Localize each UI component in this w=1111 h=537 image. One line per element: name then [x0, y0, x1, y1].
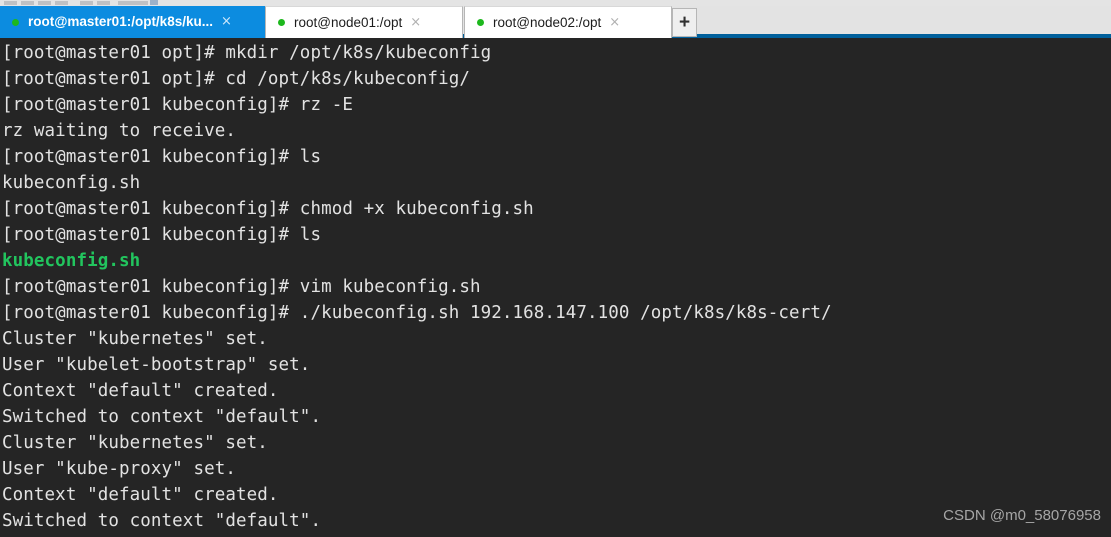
terminal-line: Cluster "kubernetes" set.	[2, 329, 268, 349]
toolbar-fragment-button	[150, 0, 158, 5]
tab-close-icon[interactable]: ×	[221, 6, 232, 38]
terminal-line: kubeconfig.sh	[2, 173, 141, 193]
terminal-line: [root@master01 kubeconfig]# ./kubeconfig…	[2, 303, 832, 323]
tab-status-dot-icon	[12, 18, 19, 26]
tab-label: root@node01:/opt	[294, 14, 403, 30]
tab-root-node02[interactable]: root@node02:/opt ×	[464, 6, 672, 38]
terminal-line: Context "default" created.	[2, 381, 279, 401]
terminal-line: [root@master01 kubeconfig]# ls	[2, 225, 322, 245]
tab-root-node01[interactable]: root@node01:/opt ×	[265, 6, 463, 38]
terminal-line: kubeconfig.sh	[2, 251, 141, 271]
terminal-line: [root@master01 kubeconfig]# ls	[2, 147, 322, 167]
new-tab-button[interactable]: +	[672, 8, 697, 37]
terminal-output-pane[interactable]: [root@master01 opt]# mkdir /opt/k8s/kube…	[0, 38, 1111, 537]
tab-close-icon[interactable]: ×	[410, 7, 421, 39]
terminal-line: rz waiting to receive.	[2, 121, 236, 141]
toolbar-fragment-icon	[97, 1, 110, 5]
tab-status-dot-icon	[278, 19, 285, 26]
terminal-line: Switched to context "default".	[2, 407, 322, 427]
tab-close-icon[interactable]: ×	[609, 7, 620, 39]
tab-label: root@master01:/opt/k8s/ku...	[28, 14, 213, 29]
terminal-line: [root@master01 kubeconfig]# rz -E	[2, 95, 353, 115]
toolbar-fragment-field	[118, 1, 148, 5]
toolbar-fragment-icon	[55, 1, 68, 5]
terminal-line: Cluster "kubernetes" set.	[2, 433, 268, 453]
toolbar-fragment-icon	[80, 1, 93, 5]
terminal-line: [root@master01 opt]# mkdir /opt/k8s/kube…	[2, 43, 492, 63]
tab-root-master01[interactable]: root@master01:/opt/k8s/ku... ×	[0, 6, 265, 38]
terminal-line-container: [root@master01 opt]# mkdir /opt/k8s/kube…	[2, 40, 1111, 534]
tab-status-dot-icon	[477, 19, 484, 26]
csdn-watermark: CSDN @m0_58076958	[943, 507, 1101, 524]
toolbar-fragment-icon	[4, 1, 17, 5]
tab-label: root@node02:/opt	[493, 14, 602, 30]
terminal-line: [root@master01 kubeconfig]# vim kubeconf…	[2, 277, 481, 297]
toolbar-fragment-icon	[38, 1, 51, 5]
terminal-line: [root@master01 kubeconfig]# chmod +x kub…	[2, 199, 534, 219]
terminal-line: User "kube-proxy" set.	[2, 459, 236, 479]
terminal-line: Context "default" created.	[2, 485, 279, 505]
terminal-line: User "kubelet-bootstrap" set.	[2, 355, 311, 375]
toolbar-fragment-icon	[21, 1, 34, 5]
terminal-line: [root@master01 opt]# cd /opt/k8s/kubecon…	[2, 69, 470, 89]
